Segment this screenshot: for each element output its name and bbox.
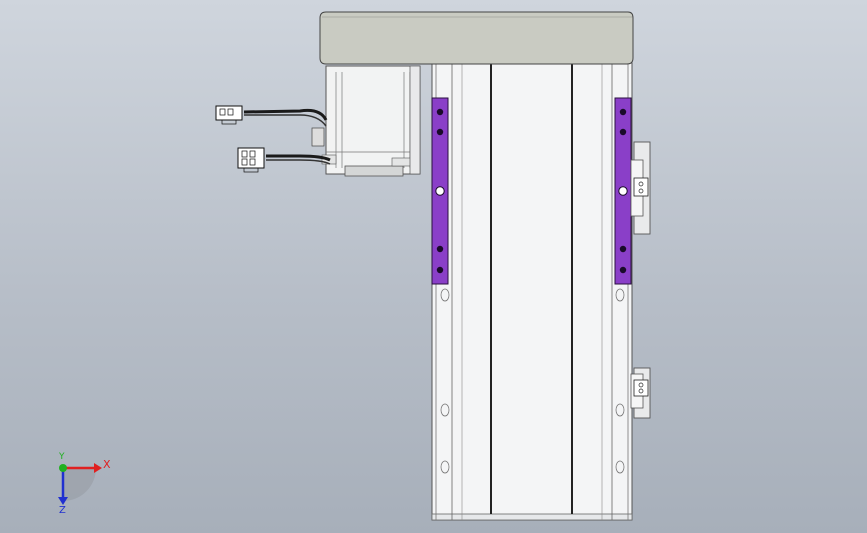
bracket-bolt bbox=[619, 108, 627, 116]
upper-sensor-block[interactable] bbox=[630, 141, 651, 235]
bracket-bolt bbox=[436, 266, 444, 274]
bracket-hole bbox=[435, 186, 445, 196]
cable-gland bbox=[311, 127, 325, 147]
bracket-bolt bbox=[436, 245, 444, 253]
cable-upper-inner bbox=[244, 114, 327, 127]
right-mounting-bracket[interactable] bbox=[614, 97, 632, 285]
motor-base bbox=[344, 165, 404, 177]
z-axis-label: Z bbox=[59, 505, 66, 516]
bracket-bolt bbox=[619, 128, 627, 136]
bracket-bolt bbox=[619, 266, 627, 274]
left-mounting-bracket[interactable] bbox=[431, 97, 449, 285]
connector-latch bbox=[221, 119, 237, 125]
sensor-clamp bbox=[633, 379, 649, 397]
lower-connector[interactable] bbox=[237, 147, 265, 173]
bracket-hole bbox=[618, 186, 628, 196]
connector-latch bbox=[243, 167, 259, 173]
linear-rail[interactable] bbox=[431, 62, 633, 521]
triad-shade bbox=[63, 468, 96, 501]
servo-motor[interactable] bbox=[321, 65, 421, 177]
upper-connector[interactable] bbox=[215, 105, 243, 125]
cad-assembly-drawing bbox=[58, 11, 651, 521]
bracket-bolt bbox=[436, 128, 444, 136]
bracket-bolt bbox=[436, 108, 444, 116]
cable-lower-inner bbox=[266, 159, 331, 165]
z-axis-head bbox=[58, 497, 68, 505]
bracket-bolt bbox=[619, 245, 627, 253]
coordinate-triad-icon bbox=[58, 463, 102, 505]
x-axis-label: X bbox=[103, 458, 111, 471]
motor-flange bbox=[409, 65, 421, 175]
cad-viewport[interactable]: X Y Z bbox=[0, 0, 867, 533]
y-axis-label: Y bbox=[59, 452, 65, 462]
x-axis-head bbox=[94, 463, 102, 473]
motor-cover-body bbox=[319, 11, 634, 65]
y-axis-dot bbox=[59, 464, 67, 472]
motor-cover[interactable] bbox=[319, 11, 634, 65]
lower-sensor-block[interactable] bbox=[630, 367, 651, 419]
